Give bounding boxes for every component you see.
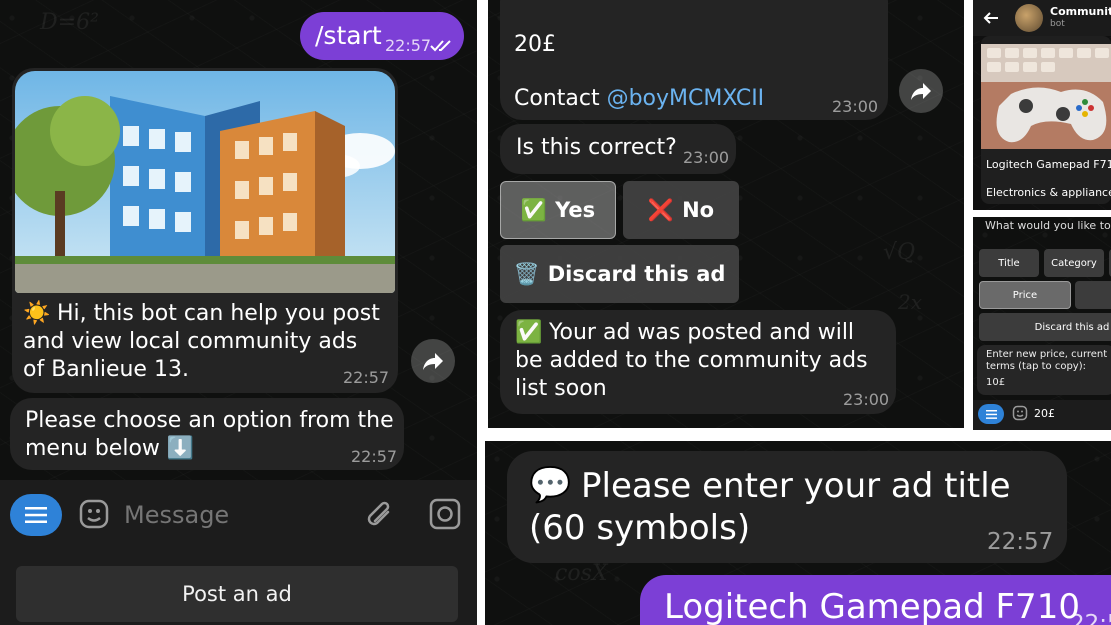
ad-preview-contact-line: Contact @boyMCMXCII [514, 86, 764, 111]
menu-icon [25, 507, 47, 523]
price-instruction-text: Enter new price, current terms (tap to c… [986, 349, 1108, 372]
edit-category-button[interactable]: Category [1044, 249, 1104, 277]
edit-prompt-text: What would you like to c [985, 219, 1111, 232]
background-doodle: √Q [883, 240, 916, 265]
discard-ad-button-label: Discard this ad [1034, 321, 1110, 333]
gamepad-image [981, 44, 1111, 149]
edit-composer-bar: 20£ [973, 400, 1111, 430]
arrow-down-icon: ⬇️ [166, 436, 195, 461]
posted-message-text: Your ad was posted and will be added to … [515, 320, 868, 401]
start-message-time: 22:57 [385, 36, 432, 55]
yes-button[interactable]: ✅ Yes [500, 181, 616, 239]
menu-message-text-wrap: Please choose an option from the menu be… [25, 407, 395, 463]
discard-ad-button-small[interactable]: Discard this ad [979, 313, 1111, 341]
confirm-message-bubble: Is this correct? 23:00 [500, 124, 736, 174]
channel-header: Community bot [973, 0, 1111, 36]
posted-message-bubble: ✅ Your ad was posted and will be added t… [500, 310, 896, 414]
sticker-icon[interactable] [78, 498, 110, 530]
forward-icon [911, 83, 931, 100]
ad-preview-bubble: 20£ Contact @boyMCMXCII 23:00 [500, 0, 888, 120]
background-doodle: D=6² [40, 10, 99, 35]
start-message-bubble: /start 22:57 [300, 12, 464, 60]
edit-price-button[interactable]: Price [979, 281, 1071, 309]
ad-preview-time: 23:00 [832, 97, 879, 116]
camera-icon[interactable] [428, 497, 462, 531]
chat-panel-title: cosX 💬 Please enter your ad title (60 sy… [485, 441, 1111, 625]
welcome-message-text: Hi, this bot can help you post and view … [23, 301, 380, 382]
sticker-icon[interactable] [1012, 405, 1028, 421]
post-ad-button[interactable]: Post an ad [16, 566, 458, 622]
composer-bar: Post an ad [0, 480, 477, 625]
price-instruction-bubble: Enter new price, current terms (tap to c… [977, 345, 1111, 395]
community-channel-panel: Community bot Logitech Gamepad F710 Elec… [973, 0, 1111, 210]
no-button-label: No [682, 198, 715, 222]
discard-ad-button[interactable]: 🗑️ Discard this ad [500, 245, 739, 303]
edit-title-button[interactable]: Title [979, 249, 1039, 277]
confirm-message-text: Is this correct? [516, 135, 677, 160]
current-price-value[interactable]: 10£ [986, 377, 1005, 388]
posted-message-time: 23:00 [843, 390, 890, 409]
attach-icon[interactable] [364, 498, 396, 532]
menu-message-bubble: Please choose an option from the menu be… [10, 398, 404, 470]
message-input[interactable] [124, 496, 344, 534]
back-arrow-icon[interactable] [983, 10, 999, 26]
title-prompt-time: 22:57 [987, 529, 1054, 555]
edit-ad-panel: What would you like to c Title Category … [973, 217, 1111, 430]
title-prompt-text: Please enter your ad title (60 symbols) [529, 466, 1011, 548]
cross-icon: ❌ [647, 197, 675, 222]
ad-card-title: Logitech Gamepad F710 [986, 158, 1111, 171]
price-input[interactable]: 20£ [1034, 407, 1055, 420]
community-building-image [15, 71, 395, 293]
bot-menu-button[interactable] [978, 404, 1004, 424]
confirm-message-time: 23:00 [683, 148, 730, 167]
title-prompt-bubble: 💬 Please enter your ad title (60 symbols… [507, 451, 1067, 563]
ad-card-category: Electronics & appliances [986, 186, 1111, 199]
forward-icon [423, 353, 443, 370]
menu-message-time: 22:57 [351, 447, 398, 466]
edit-extra-button[interactable] [1075, 281, 1111, 309]
channel-subtitle: bot [1050, 19, 1065, 29]
background-doodle: cosX [555, 561, 608, 586]
contact-label: Contact [514, 86, 600, 111]
ad-preview-price: 20£ [514, 32, 556, 57]
channel-title: Community [1050, 5, 1111, 18]
menu-icon [985, 409, 997, 419]
double-check-icon [430, 40, 451, 52]
welcome-message-bubble: ☀️ Hi, this bot can help you post and vi… [12, 68, 398, 393]
discard-ad-button-label: Discard this ad [547, 262, 726, 286]
check-icon: ✅ [520, 197, 548, 222]
chat-panel-start: D=6² √3 /start 22:57 [0, 0, 477, 625]
welcome-message-time: 22:57 [343, 368, 390, 387]
no-button[interactable]: ❌ No [623, 181, 739, 239]
yes-button-label: Yes [555, 198, 596, 222]
contact-handle-link[interactable]: @boyMCMXCII [607, 86, 765, 111]
user-reply-text: Logitech Gamepad F710 [664, 587, 1080, 625]
start-message-text: /start [315, 21, 382, 50]
background-doodle: 2x [898, 290, 923, 314]
user-reply-time: 22:5 [1070, 611, 1111, 625]
user-reply-bubble: Logitech Gamepad F710 22:5 [640, 575, 1111, 625]
forward-button[interactable] [899, 69, 943, 113]
trash-icon: 🗑️ [513, 261, 540, 286]
forward-button[interactable] [411, 339, 455, 383]
bot-menu-button[interactable] [10, 494, 62, 536]
chat-panel-confirm: √Q 2x 20£ Contact @boyMCMXCII 23:00 Is t… [488, 0, 964, 428]
ad-card[interactable]: Logitech Gamepad F710 Electronics & appl… [981, 36, 1111, 204]
channel-avatar [1015, 4, 1043, 32]
menu-message-text: Please choose an option from the menu be… [25, 408, 394, 461]
